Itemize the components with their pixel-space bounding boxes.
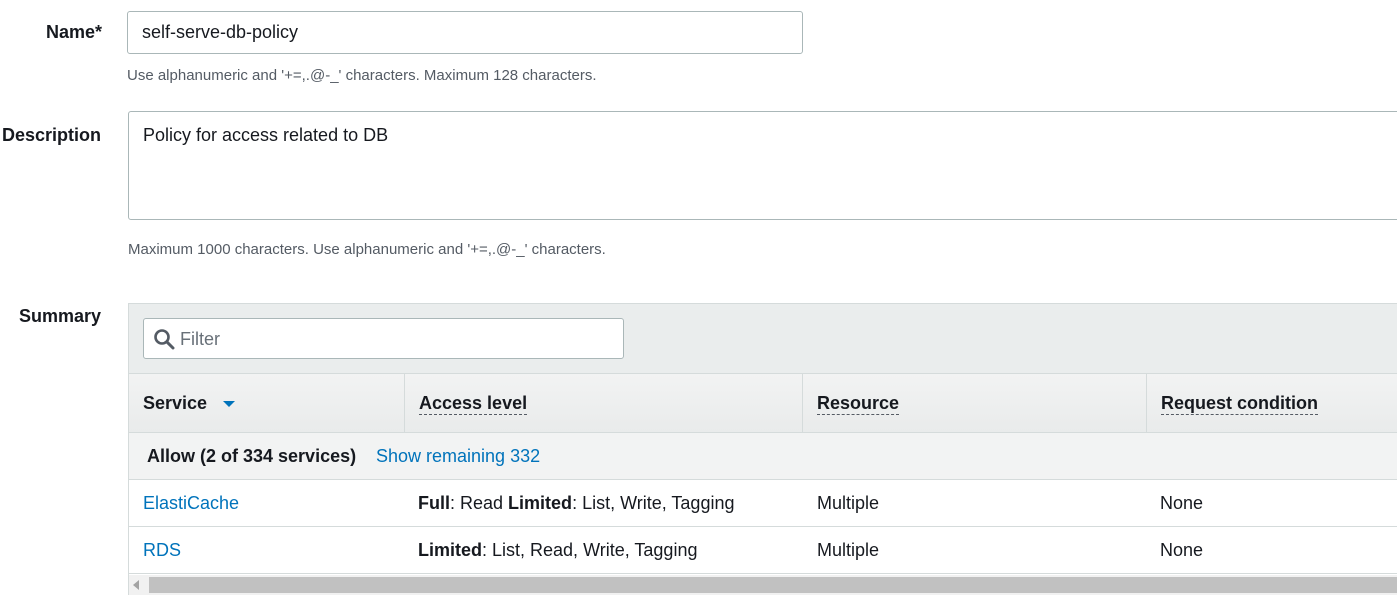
name-label: Name* xyxy=(46,22,103,42)
column-access-level-label: Access level xyxy=(419,393,528,415)
show-remaining-link[interactable]: Show remaining 332 xyxy=(376,433,540,479)
column-service-label: Service xyxy=(143,393,208,413)
column-request-condition[interactable]: Request condition xyxy=(1147,374,1397,432)
summary-label: Summary xyxy=(19,306,102,326)
service-link[interactable]: RDS xyxy=(143,527,181,573)
resource-cell: Multiple xyxy=(817,493,880,513)
request-condition-cell: None xyxy=(1160,493,1204,513)
search-icon xyxy=(154,329,175,350)
allow-group-row: Allow (2 of 334 services) Show remaining… xyxy=(129,433,1397,480)
description-hint: Maximum 1000 characters. Use alphanumeri… xyxy=(128,241,606,258)
sort-down-icon[interactable] xyxy=(222,399,236,409)
description-label: Description xyxy=(2,125,102,145)
filter-bar: Filter xyxy=(129,304,1397,374)
scroll-left-icon[interactable] xyxy=(133,580,139,590)
column-access-level[interactable]: Access level xyxy=(405,374,803,432)
horizontal-scrollbar[interactable] xyxy=(129,575,1397,595)
description-textarea[interactable]: Policy for access related to DB xyxy=(128,111,1397,220)
filter-input[interactable]: Filter xyxy=(143,318,624,359)
allow-count: Allow (2 of 334 services) xyxy=(147,446,357,466)
access-full-label: Full xyxy=(418,493,450,513)
access-limited-value: : List, Write, Tagging xyxy=(572,493,735,513)
column-resource-label: Resource xyxy=(817,393,900,415)
name-hint: Use alphanumeric and '+=,.@-_' character… xyxy=(127,67,597,84)
resource-cell: Multiple xyxy=(817,540,880,560)
scrollbar-thumb[interactable] xyxy=(149,577,1397,593)
access-level-cell: Limited: List, Read, Write, Tagging xyxy=(418,527,697,573)
access-limited-label: Limited xyxy=(508,493,573,513)
request-condition-cell: None xyxy=(1160,540,1204,560)
filter-placeholder: Filter xyxy=(180,329,220,349)
table-row: RDS Limited: List, Read, Write, Tagging … xyxy=(129,527,1397,574)
table-row: ElastiCache Full: Read Limited: List, Wr… xyxy=(129,480,1397,527)
access-full-value: : Read xyxy=(450,493,509,513)
column-service[interactable]: Service xyxy=(129,374,405,432)
column-resource[interactable]: Resource xyxy=(803,374,1147,432)
table-header: Service Access level Resource Request co… xyxy=(129,374,1397,433)
access-level-cell: Full: Read Limited: List, Write, Tagging xyxy=(418,480,734,526)
column-request-condition-label: Request condition xyxy=(1161,393,1318,415)
access-limited-value: : List, Read, Write, Tagging xyxy=(482,540,698,560)
name-input[interactable]: self-serve-db-policy xyxy=(127,11,803,54)
access-limited-label: Limited xyxy=(418,540,483,560)
service-link[interactable]: ElastiCache xyxy=(143,480,239,526)
summary-table: Filter Service Access level Resource Req… xyxy=(128,303,1397,595)
